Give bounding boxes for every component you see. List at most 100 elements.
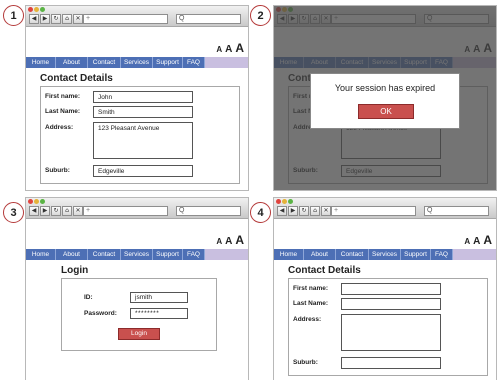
nav-faq[interactable]: FAQ — [183, 57, 205, 68]
maximize-window-icon[interactable] — [40, 199, 45, 204]
window-controls — [28, 199, 45, 204]
back-icon[interactable]: ◀ — [277, 206, 287, 216]
first-name-field[interactable] — [341, 283, 441, 295]
address-bar[interactable]: + — [83, 206, 168, 216]
new-tab-icon[interactable]: + — [86, 207, 90, 214]
nav-home[interactable]: Home — [26, 249, 56, 260]
page-title: Contact Details — [40, 73, 113, 84]
nav-services[interactable]: Services — [121, 249, 153, 260]
forward-icon[interactable]: ▶ — [288, 206, 298, 216]
minimize-window-icon[interactable] — [34, 7, 39, 12]
close-window-icon[interactable] — [28, 199, 33, 204]
nav-services[interactable]: Services — [369, 249, 401, 260]
browser-toolbar: ◀ ▶ ↻ ⌂ ✕ + Q — [274, 198, 496, 219]
text-size-medium[interactable]: A — [225, 44, 232, 55]
new-tab-icon[interactable]: + — [86, 15, 90, 22]
nav-filler — [205, 249, 248, 260]
nav-about[interactable]: About — [56, 249, 88, 260]
home-icon[interactable]: ⌂ — [62, 206, 72, 216]
search-bar[interactable]: Q — [176, 206, 241, 216]
text-size-large[interactable]: A — [235, 233, 244, 247]
back-icon[interactable]: ◀ — [29, 206, 39, 216]
site-nav: Home About Contact Services Support FAQ — [274, 249, 496, 260]
id-field[interactable]: jsmith — [130, 292, 188, 303]
nav-support[interactable]: Support — [153, 249, 183, 260]
nav-home[interactable]: Home — [274, 249, 304, 260]
text-size-large[interactable]: A — [235, 41, 244, 55]
text-size-large[interactable]: A — [483, 233, 492, 247]
page-title: Contact Details — [288, 265, 361, 276]
last-name-field[interactable]: Smith — [93, 106, 193, 118]
suburb-label: Suburb: — [45, 167, 70, 174]
address-bar[interactable]: + — [83, 14, 168, 24]
address-label: Address: — [293, 316, 322, 323]
minimize-window-icon[interactable] — [34, 199, 39, 204]
window-controls — [276, 199, 293, 204]
address-field[interactable]: 123 Pleasant Avenue — [93, 122, 193, 159]
text-size-small[interactable]: A — [216, 45, 222, 54]
login-form: ID: jsmith Password: ******** Login — [61, 278, 217, 351]
search-icon: Q — [179, 207, 185, 214]
nav-contact[interactable]: Contact — [88, 249, 121, 260]
close-window-icon[interactable] — [28, 7, 33, 12]
nav-services[interactable]: Services — [121, 57, 153, 68]
nav-contact[interactable]: Contact — [336, 249, 369, 260]
suburb-field[interactable]: Edgeville — [93, 165, 193, 177]
last-name-label: Last Name: — [45, 108, 81, 115]
stop-icon[interactable]: ✕ — [73, 14, 83, 24]
login-button[interactable]: Login — [118, 328, 160, 340]
forward-icon[interactable]: ▶ — [40, 206, 50, 216]
search-bar[interactable]: Q — [424, 206, 489, 216]
browser-window-3: ◀ ▶ ↻ ⌂ ✕ + Q A A A Home About Contact S… — [25, 197, 249, 380]
address-bar[interactable]: + — [331, 206, 416, 216]
browser-window-4: ◀ ▶ ↻ ⌂ ✕ + Q A A A Home About Contact S… — [273, 197, 497, 380]
maximize-window-icon[interactable] — [40, 7, 45, 12]
site-nav: Home About Contact Services Support FAQ — [26, 57, 248, 68]
search-icon: Q — [427, 207, 433, 214]
text-size-small[interactable]: A — [216, 237, 222, 246]
browser-toolbar: ◀ ▶ ↻ ⌂ ✕ + Q — [26, 6, 248, 27]
new-tab-icon[interactable]: + — [334, 207, 338, 214]
step-number-4: 4 — [250, 202, 271, 223]
stop-icon[interactable]: ✕ — [321, 206, 331, 216]
first-name-field[interactable]: John — [93, 91, 193, 103]
nav-faq[interactable]: FAQ — [431, 249, 453, 260]
suburb-field[interactable] — [341, 357, 441, 369]
ok-button[interactable]: OK — [358, 104, 414, 119]
step-number-3: 3 — [3, 202, 24, 223]
nav-faq[interactable]: FAQ — [183, 249, 205, 260]
address-field[interactable] — [341, 314, 441, 351]
step-number-1: 1 — [3, 5, 24, 26]
nav-support[interactable]: Support — [401, 249, 431, 260]
password-field[interactable]: ******** — [130, 308, 188, 319]
close-window-icon[interactable] — [276, 199, 281, 204]
back-icon[interactable]: ◀ — [29, 14, 39, 24]
last-name-field[interactable] — [341, 298, 441, 310]
nav-about[interactable]: About — [56, 57, 88, 68]
stop-icon[interactable]: ✕ — [73, 206, 83, 216]
window-controls — [28, 7, 45, 12]
text-size-medium[interactable]: A — [225, 236, 232, 247]
reload-icon[interactable]: ↻ — [51, 14, 61, 24]
contact-form: First name: John Last Name: Smith Addres… — [40, 86, 240, 184]
search-bar[interactable]: Q — [176, 14, 241, 24]
search-icon: Q — [179, 15, 185, 22]
reload-icon[interactable]: ↻ — [51, 206, 61, 216]
home-icon[interactable]: ⌂ — [310, 206, 320, 216]
browser-toolbar: ◀ ▶ ↻ ⌂ ✕ + Q — [26, 198, 248, 219]
home-icon[interactable]: ⌂ — [62, 14, 72, 24]
reload-icon[interactable]: ↻ — [299, 206, 309, 216]
session-expired-dialog: Your session has expired OK — [310, 73, 460, 129]
nav-contact[interactable]: Contact — [88, 57, 121, 68]
forward-icon[interactable]: ▶ — [40, 14, 50, 24]
step-number-2: 2 — [250, 5, 271, 26]
maximize-window-icon[interactable] — [288, 199, 293, 204]
text-size-small[interactable]: A — [464, 237, 470, 246]
nav-home[interactable]: Home — [26, 57, 56, 68]
nav-about[interactable]: About — [304, 249, 336, 260]
text-size-controls: A A A — [216, 233, 244, 247]
minimize-window-icon[interactable] — [282, 199, 287, 204]
nav-support[interactable]: Support — [153, 57, 183, 68]
text-size-medium[interactable]: A — [473, 236, 480, 247]
login-title: Login — [61, 265, 89, 276]
